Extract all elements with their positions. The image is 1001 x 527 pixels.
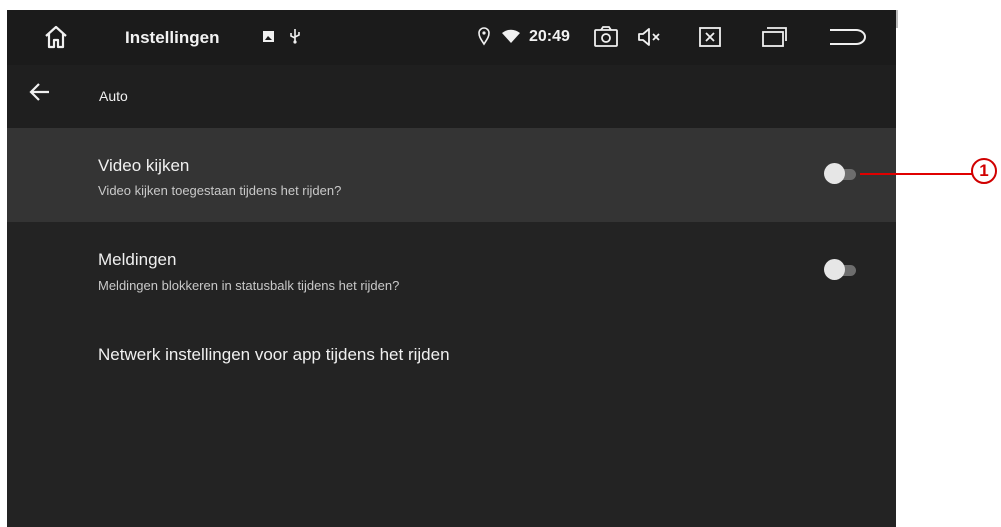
screen-edge-marker xyxy=(896,10,898,28)
setting-row-video-kijken[interactable]: Video kijken Video kijken toegestaan tij… xyxy=(7,128,896,222)
back-return-icon[interactable] xyxy=(824,23,868,51)
meldingen-toggle[interactable] xyxy=(822,258,862,282)
status-bar: Instellingen 20:49 xyxy=(7,10,896,65)
volume-muted-icon[interactable] xyxy=(635,23,663,51)
wifi-icon xyxy=(502,29,520,43)
setting-title: Video kijken xyxy=(98,156,190,175)
notification-image-icon xyxy=(263,31,274,42)
setting-row-netwerk[interactable]: Netwerk instellingen voor app tijdens he… xyxy=(7,322,896,392)
close-app-icon[interactable] xyxy=(696,23,724,51)
callout-number: 1 xyxy=(971,158,997,184)
recent-apps-icon[interactable] xyxy=(760,23,788,51)
head-unit-screen: Instellingen 20:49 Auto Video kijken Vid… xyxy=(7,10,896,527)
app-title: Instellingen xyxy=(125,28,220,47)
back-arrow-icon[interactable] xyxy=(27,79,53,105)
location-icon xyxy=(478,27,490,46)
setting-subtitle: Meldingen blokkeren in statusbalk tijden… xyxy=(98,278,400,293)
setting-row-meldingen[interactable]: Meldingen Meldingen blokkeren in statusb… xyxy=(7,222,896,322)
video-kijken-toggle[interactable] xyxy=(822,162,862,186)
home-icon[interactable] xyxy=(42,23,70,51)
usb-icon xyxy=(290,29,300,44)
page-title: Auto xyxy=(99,88,128,104)
screenshot-icon[interactable] xyxy=(592,23,620,51)
callout-line xyxy=(860,173,975,175)
toggle-thumb xyxy=(824,259,845,280)
setting-title: Meldingen xyxy=(98,250,177,269)
settings-header: Auto xyxy=(7,65,896,128)
setting-subtitle: Video kijken toegestaan tijdens het rijd… xyxy=(98,183,342,198)
toggle-thumb xyxy=(824,163,845,184)
setting-title: Netwerk instellingen voor app tijdens he… xyxy=(98,345,450,364)
clock: 20:49 xyxy=(529,28,570,45)
